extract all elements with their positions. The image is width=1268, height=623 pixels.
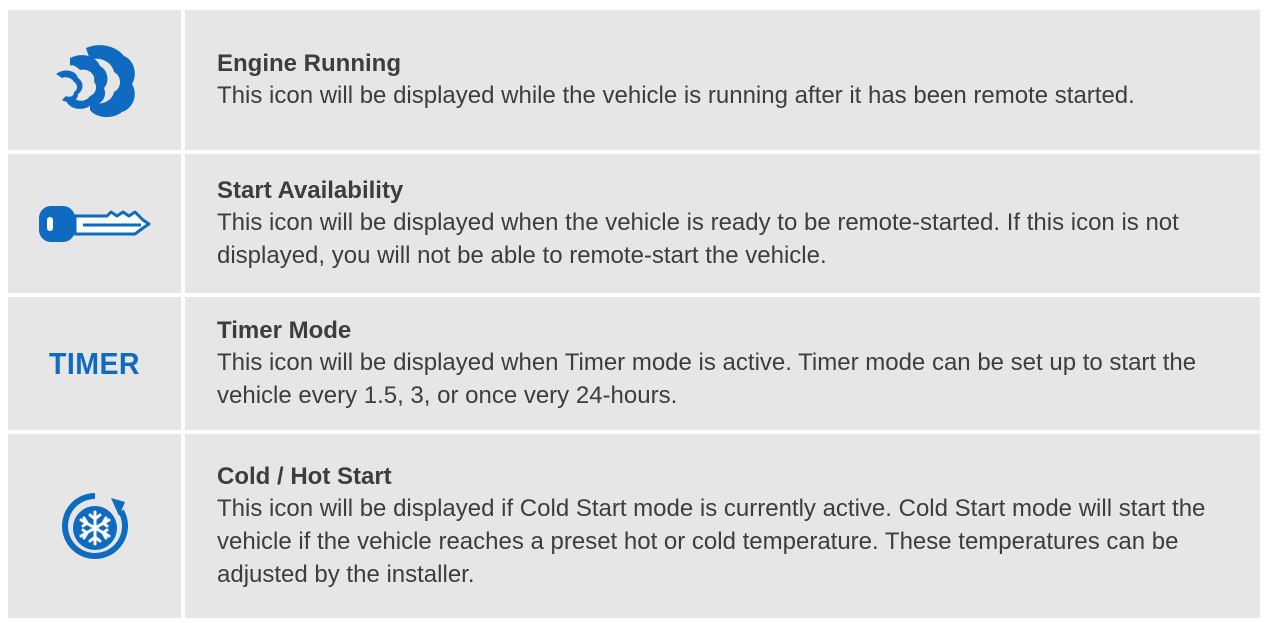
key-icon <box>38 205 150 242</box>
row-title: Start Availability <box>217 176 404 204</box>
text-cell: Engine Running This icon will be display… <box>185 10 1260 150</box>
row-title: Cold / Hot Start <box>217 462 392 490</box>
legend-row-cold-hot-start: Cold / Hot Start This icon will be displ… <box>8 434 1260 618</box>
row-title: Engine Running <box>217 49 401 77</box>
legend-row-engine-running: Engine Running This icon will be display… <box>8 10 1260 151</box>
row-description: This icon will be displayed when the veh… <box>217 208 1179 269</box>
icon-legend-table: Engine Running This icon will be display… <box>8 10 1260 618</box>
text-cell: Start Availability This icon will be dis… <box>185 154 1260 293</box>
icon-cell <box>8 10 181 150</box>
row-description: This icon will be displayed when Timer m… <box>217 348 1197 409</box>
icon-cell <box>8 154 181 293</box>
row-description: This icon will be displayed if Cold Star… <box>217 494 1206 588</box>
icon-cell: TIMER <box>8 297 181 430</box>
timer-text-icon: TIMER <box>48 345 141 381</box>
row-description: This icon will be displayed while the ve… <box>217 81 1135 109</box>
row-title: Timer Mode <box>217 316 352 344</box>
legend-row-start-availability: Start Availability This icon will be dis… <box>8 154 1260 294</box>
engine-running-icon <box>55 45 135 118</box>
icon-cell <box>8 434 181 618</box>
legend-row-timer-mode: TIMER Timer Mode This icon will be displ… <box>8 297 1260 431</box>
text-cell: Cold / Hot Start This icon will be displ… <box>185 434 1260 618</box>
text-cell: Timer Mode This icon will be displayed w… <box>185 297 1260 430</box>
snowflake-cycle-icon <box>61 493 128 560</box>
